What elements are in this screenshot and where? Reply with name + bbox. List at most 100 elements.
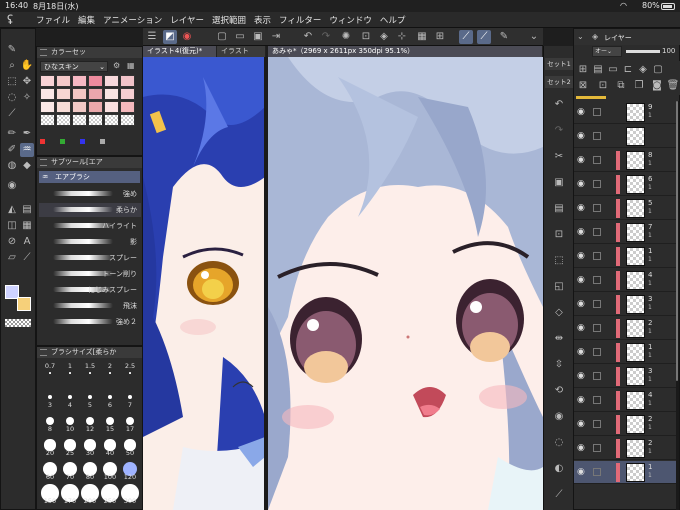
save-icon[interactable]: ▣: [251, 30, 265, 44]
color-swatch[interactable]: [56, 101, 71, 113]
color-swatch[interactable]: [72, 75, 87, 87]
layer-row[interactable]: ◉: [574, 125, 678, 148]
layer-row[interactable]: ◉ 1 1: [574, 461, 678, 484]
side-copy-icon[interactable]: ▣: [552, 176, 566, 190]
menu-item[interactable]: ファイル: [36, 14, 70, 26]
lock-checkbox[interactable]: [593, 252, 601, 260]
snap-special-ruler-icon[interactable]: ⟋: [477, 30, 491, 44]
color-swatch[interactable]: [72, 101, 87, 113]
layer-row[interactable]: ◉ 9 1: [574, 101, 678, 124]
lock-checkbox[interactable]: [593, 348, 601, 356]
layer-row[interactable]: ◉ 2 1: [574, 317, 678, 340]
app-logo-icon[interactable]: ʢ: [7, 13, 21, 27]
layer-panel-title[interactable]: レイヤー: [604, 33, 632, 43]
balloon-tool-icon[interactable]: ▱: [5, 251, 19, 265]
new-file-icon[interactable]: ▢: [215, 30, 229, 44]
zoom-tool-icon[interactable]: ⌕: [5, 59, 19, 73]
menu-item[interactable]: レイヤー: [170, 14, 204, 26]
brush-size-dot[interactable]: [127, 394, 133, 400]
color-swatch[interactable]: [120, 88, 135, 100]
brush-size-dot[interactable]: [106, 417, 114, 425]
eye-icon[interactable]: ◉: [577, 419, 587, 429]
clear-icon[interactable]: ✺: [339, 30, 353, 44]
brush-size-dot[interactable]: [69, 372, 71, 374]
wand-tool-icon[interactable]: ✧: [20, 91, 34, 105]
eye-icon[interactable]: ◉: [577, 443, 587, 453]
side-paste-icon[interactable]: ▤: [552, 202, 566, 216]
layer-row[interactable]: ◉ 3 1: [574, 293, 678, 316]
color-circle-icon[interactable]: ◉: [180, 30, 194, 44]
brush-size-dot[interactable]: [67, 394, 73, 400]
brush-size-dot[interactable]: [46, 417, 54, 425]
pen-tool-icon[interactable]: ✎: [5, 43, 19, 57]
color-swatch[interactable]: [104, 101, 119, 113]
layer-row[interactable]: ◉ 1 1: [574, 341, 678, 364]
menu-item[interactable]: 編集: [78, 14, 95, 26]
eye-icon[interactable]: ◉: [577, 467, 587, 477]
color-swatch[interactable]: [56, 75, 71, 87]
layer-row[interactable]: ◉ 3 1: [574, 365, 678, 388]
clip-layer-icon[interactable]: ⊏: [621, 63, 635, 77]
side-fill-icon[interactable]: ◉: [552, 410, 566, 424]
menu-item[interactable]: ヘルプ: [380, 14, 406, 26]
brush-preset-item[interactable]: トーン削り: [39, 267, 141, 281]
eye-icon[interactable]: ◉: [577, 323, 587, 333]
new-folder-icon[interactable]: ▭: [606, 63, 620, 77]
lock-checkbox[interactable]: [593, 420, 601, 428]
color-mode-dot[interactable]: [60, 139, 65, 144]
airbrush-tool-icon[interactable]: ♒: [20, 143, 34, 157]
eye-icon[interactable]: ◉: [577, 155, 587, 165]
color-swatch[interactable]: [56, 114, 71, 126]
duplicate-layer-icon[interactable]: ⧉: [614, 79, 628, 93]
auto-action-set1[interactable]: セット1: [545, 58, 573, 70]
new-raster-layer-icon[interactable]: ⊞: [576, 63, 590, 77]
layer-row[interactable]: ◉ 7 1: [574, 221, 678, 244]
layer-row[interactable]: ◉ 2 1: [574, 437, 678, 460]
menu-item[interactable]: 選択範囲: [212, 14, 246, 26]
ruler-tool-icon[interactable]: ⊘: [5, 235, 19, 249]
auto-action-set2[interactable]: セット2: [545, 76, 573, 88]
lock-checkbox[interactable]: [593, 228, 601, 236]
open-folder-icon[interactable]: ▭: [233, 30, 247, 44]
side-scale-icon[interactable]: ◱: [552, 280, 566, 294]
brush-preset-item[interactable]: 強め２: [39, 315, 141, 329]
brush-size-dot[interactable]: [86, 417, 94, 425]
layer-row[interactable]: ◉ 4 1: [574, 269, 678, 292]
tab-illust4[interactable]: イラスト4(復元)*: [143, 46, 217, 57]
menu-hamburger-icon[interactable]: ☰: [145, 30, 159, 44]
brush-preset-item[interactable]: 強め: [39, 187, 141, 201]
color-swatch[interactable]: [40, 114, 55, 126]
side-mask-icon[interactable]: ◐: [552, 462, 566, 476]
redo-icon[interactable]: ↷: [319, 30, 333, 44]
brush-preset-item[interactable]: にじみスプレー: [39, 283, 141, 297]
brush-size-dot[interactable]: [129, 372, 131, 374]
color-swatch[interactable]: [40, 75, 55, 87]
brush-preset-item[interactable]: 柔らか: [39, 203, 141, 217]
lock-checkbox[interactable]: [593, 180, 601, 188]
side-lasso-fill-icon[interactable]: ◌: [552, 436, 566, 450]
layer-row[interactable]: ◉ 6 1: [574, 173, 678, 196]
color-mode-dot[interactable]: [80, 139, 85, 144]
export-icon[interactable]: ⇥: [269, 30, 283, 44]
side-free-transform-icon[interactable]: ◇: [552, 306, 566, 320]
lock-checkbox[interactable]: [593, 444, 601, 452]
brush-size-dot[interactable]: [49, 372, 51, 374]
layer-mask-icon[interactable]: ▢: [651, 63, 665, 77]
lasso-tool-icon[interactable]: ◌: [5, 91, 19, 105]
sub-color-swatch[interactable]: [17, 297, 31, 311]
lock-checkbox[interactable]: [593, 372, 601, 380]
side-clear-icon[interactable]: ⊡: [552, 228, 566, 242]
color-swatch[interactable]: [72, 114, 87, 126]
frame-tool-icon[interactable]: ▦: [20, 219, 34, 233]
lock-checkbox[interactable]: [593, 156, 601, 164]
eye-icon[interactable]: ◉: [577, 227, 587, 237]
canvas-left[interactable]: [143, 57, 265, 510]
layer-row[interactable]: ◉ 4 1: [574, 389, 678, 412]
color-swatch[interactable]: [104, 75, 119, 87]
lock-checkbox[interactable]: [593, 300, 601, 308]
blend-tool-icon[interactable]: ◍: [5, 159, 19, 173]
canvas-right[interactable]: [268, 57, 543, 510]
brush-size-dot[interactable]: [66, 417, 74, 425]
side-redo-icon[interactable]: ↷: [552, 124, 566, 138]
opacity-slider[interactable]: [626, 50, 660, 53]
